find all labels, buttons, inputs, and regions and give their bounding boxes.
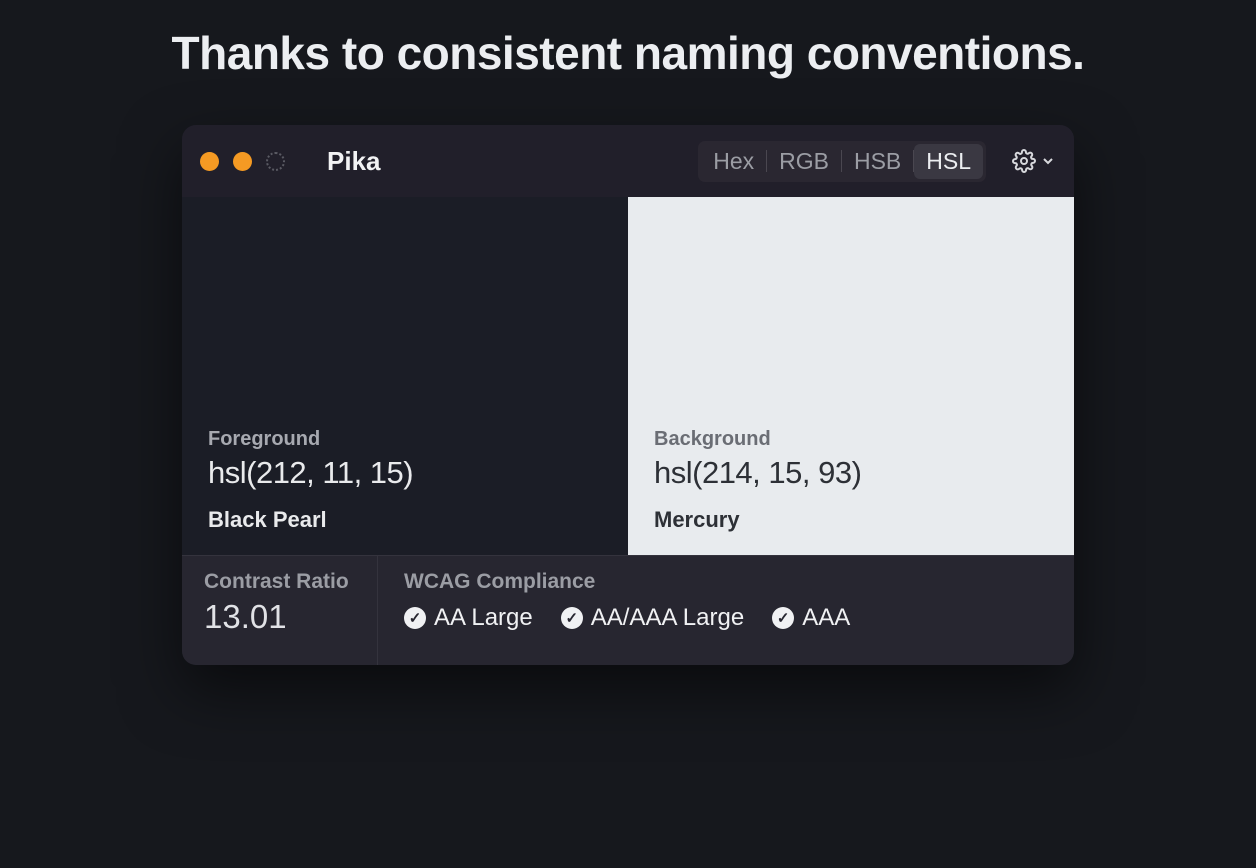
check-icon: ✓ (772, 607, 794, 629)
background-swatch[interactable]: Background hsl(214, 15, 93) Mercury (628, 197, 1074, 555)
background-value: hsl(214, 15, 93) (654, 455, 1048, 491)
foreground-swatch[interactable]: Foreground hsl(212, 11, 15) Black Pearl (182, 197, 628, 555)
wcag-badge: ✓ AA/AAA Large (561, 604, 744, 632)
title-bar: Pika Hex RGB HSB HSL (182, 125, 1074, 197)
gear-icon (1012, 149, 1036, 173)
swatches: Foreground hsl(212, 11, 15) Black Pearl … (182, 197, 1074, 555)
wcag-section: WCAG Compliance ✓ AA Large ✓ AA/AAA Larg… (378, 556, 1074, 665)
app-window: Pika Hex RGB HSB HSL (182, 125, 1074, 665)
contrast-section: Contrast Ratio 13.01 (182, 556, 378, 665)
traffic-lights (200, 152, 285, 171)
footer: Contrast Ratio 13.01 WCAG Compliance ✓ A… (182, 555, 1074, 665)
wcag-badge: ✓ AAA (772, 604, 850, 632)
format-tab-rgb[interactable]: RGB (767, 144, 841, 179)
window-maximize-icon[interactable] (266, 152, 285, 171)
format-tab-hex[interactable]: Hex (701, 144, 766, 179)
wcag-badges: ✓ AA Large ✓ AA/AAA Large ✓ AAA (404, 604, 1048, 632)
background-name: Mercury (654, 507, 1048, 533)
foreground-name: Black Pearl (208, 507, 602, 533)
chevron-down-icon (1040, 153, 1056, 169)
wcag-badge-label: AA/AAA Large (591, 604, 744, 632)
wcag-label: WCAG Compliance (404, 570, 1048, 594)
app-title: Pika (327, 146, 381, 177)
format-tab-hsb[interactable]: HSB (842, 144, 913, 179)
contrast-label: Contrast Ratio (204, 570, 355, 594)
foreground-role-label: Foreground (208, 428, 602, 451)
background-role-label: Background (654, 428, 1048, 451)
format-tabs: Hex RGB HSB HSL (698, 141, 986, 182)
contrast-value: 13.01 (204, 598, 355, 636)
page-headline: Thanks to consistent naming conventions. (172, 18, 1085, 89)
window-minimize-icon[interactable] (233, 152, 252, 171)
wcag-badge-label: AA Large (434, 604, 533, 632)
check-icon: ✓ (404, 607, 426, 629)
wcag-badge: ✓ AA Large (404, 604, 533, 632)
foreground-value: hsl(212, 11, 15) (208, 455, 602, 491)
window-close-icon[interactable] (200, 152, 219, 171)
check-icon: ✓ (561, 607, 583, 629)
format-tab-hsl[interactable]: HSL (914, 144, 983, 179)
settings-button[interactable] (1012, 149, 1056, 173)
wcag-badge-label: AAA (802, 604, 850, 632)
